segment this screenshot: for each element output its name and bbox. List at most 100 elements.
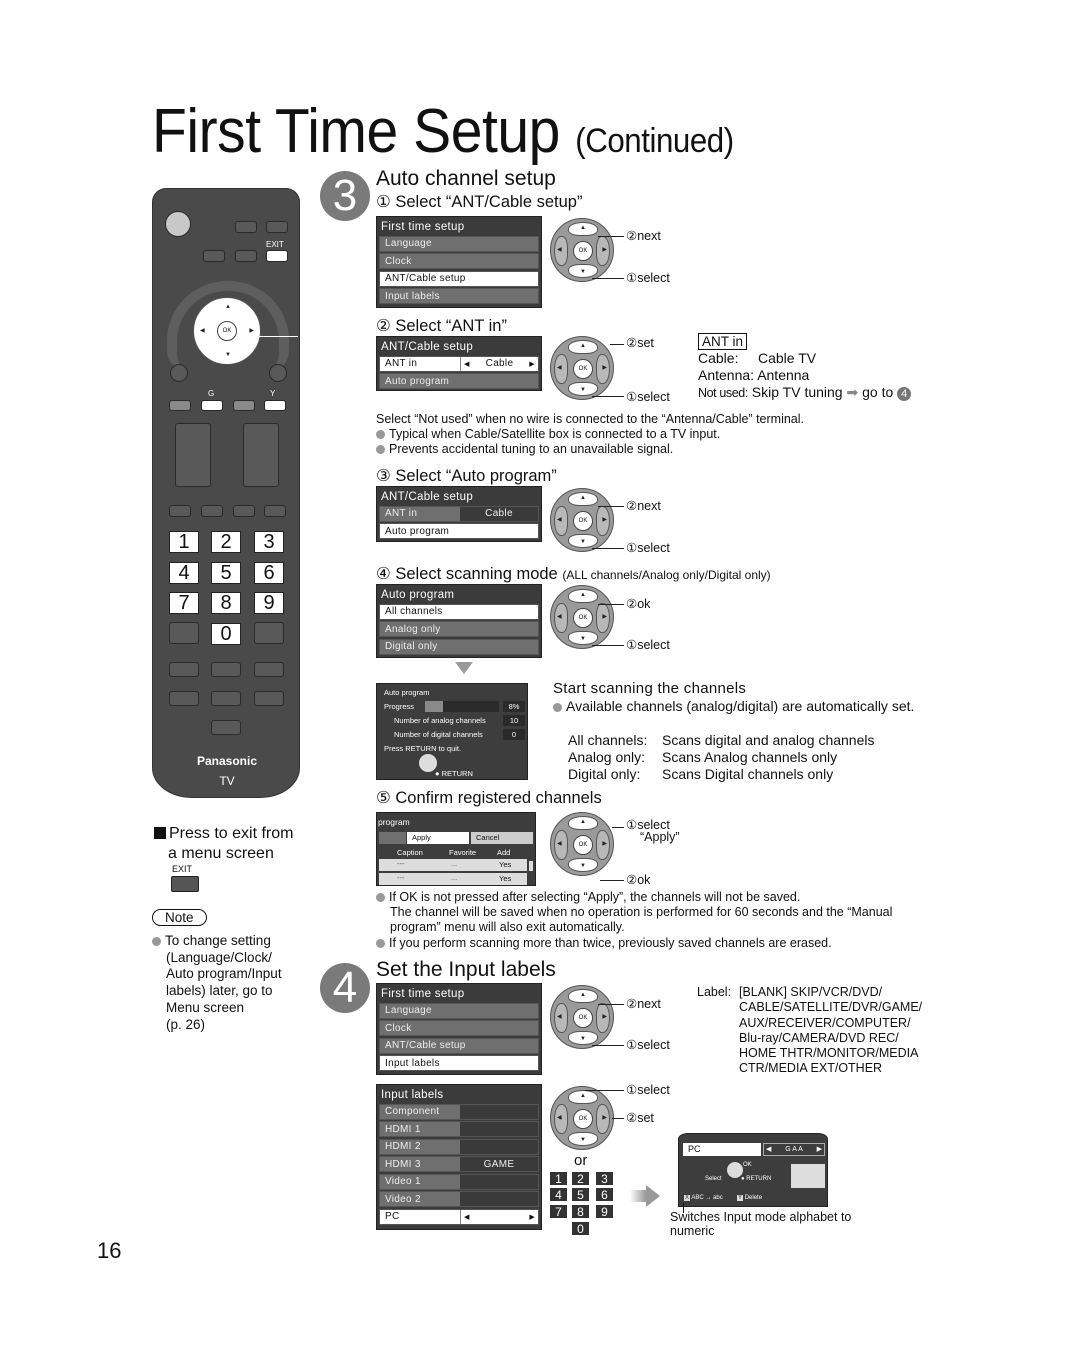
menu-item-input-labels[interactable]: Input labels xyxy=(379,1055,539,1071)
arrow-up-icon: ▲ xyxy=(580,1093,586,1099)
menu-item-auto-program[interactable]: Auto program xyxy=(379,523,539,539)
remote-button[interactable] xyxy=(201,505,223,517)
input-label-row[interactable]: Video 1 xyxy=(379,1173,539,1190)
ok-button[interactable]: OK xyxy=(217,321,237,341)
callout-select: ①select xyxy=(626,1083,670,1097)
abc-toggle[interactable]: X ABC → abc xyxy=(684,1195,723,1201)
arrow-right-icon: ▶ xyxy=(602,1115,607,1121)
number-key[interactable]: 1 xyxy=(550,1172,567,1186)
exit-button[interactable] xyxy=(266,250,288,262)
table-row[interactable]: --- ... Yes xyxy=(379,873,527,885)
arrow-right-icon: ➡ xyxy=(846,384,859,400)
number-key[interactable]: 4 xyxy=(550,1188,567,1202)
blue-button[interactable] xyxy=(233,400,255,411)
osd-menu-first-time-setup: First time setup Language Clock ANT/Cabl… xyxy=(376,216,542,308)
remote-button[interactable] xyxy=(169,691,199,706)
number-key[interactable]: 0 xyxy=(572,1222,589,1236)
input-label-row-selected[interactable]: PC ◀ ▶ xyxy=(379,1208,539,1225)
remote-button[interactable] xyxy=(235,250,257,262)
menu-item-ant-cable-setup[interactable]: ANT/Cable setup xyxy=(379,1037,539,1054)
number-key[interactable]: 7 xyxy=(550,1205,567,1219)
right-arrow-head-icon xyxy=(646,1185,660,1207)
number-key[interactable]: 9 xyxy=(254,592,284,614)
number-key[interactable]: 2 xyxy=(211,531,241,553)
remote-button[interactable] xyxy=(264,505,286,517)
number-key[interactable]: 3 xyxy=(596,1172,613,1186)
remote-button[interactable] xyxy=(266,221,288,233)
input-label-row[interactable]: HDMI 3 GAME xyxy=(379,1156,539,1172)
remote-button[interactable] xyxy=(235,221,257,233)
remote-button[interactable] xyxy=(254,691,284,706)
remote-button[interactable] xyxy=(254,662,284,677)
number-key[interactable]: 6 xyxy=(596,1188,613,1202)
remote-button[interactable] xyxy=(269,364,287,382)
remote-button[interactable] xyxy=(169,662,199,677)
bullet-icon xyxy=(553,703,562,712)
menu-item-all-channels[interactable]: All channels xyxy=(379,603,539,620)
menu-item-ant-in[interactable]: ANT in ◀ Cable ▶ xyxy=(379,355,539,372)
y-label: Y xyxy=(270,389,276,398)
power-button[interactable] xyxy=(165,211,191,237)
char-selector[interactable]: ◀ G A A ▶ xyxy=(763,1143,825,1156)
number-key[interactable]: 5 xyxy=(211,562,241,584)
menu-item-auto-program[interactable]: Auto program xyxy=(379,373,539,389)
bullet-continuation: The channel will be saved when no operat… xyxy=(390,905,893,919)
remote-dpad[interactable]: OK ▲ ▼ ◀ ▶ xyxy=(193,297,261,365)
cancel-button[interactable]: Cancel xyxy=(471,832,533,844)
input-label-row[interactable]: HDMI 1 xyxy=(379,1121,539,1137)
menu-item-language[interactable]: Language xyxy=(379,1002,539,1019)
menu-item-language[interactable]: Language xyxy=(379,235,539,252)
number-key[interactable]: 6 xyxy=(254,562,284,584)
channel-button[interactable] xyxy=(243,423,279,487)
number-key[interactable]: 5 xyxy=(572,1188,589,1202)
remote-button[interactable] xyxy=(169,505,191,517)
delete-button[interactable]: Y Delete xyxy=(737,1195,762,1201)
field-input[interactable]: PC xyxy=(683,1143,761,1156)
input-label-row[interactable]: HDMI 2 xyxy=(379,1138,539,1155)
menu-item-ant-cable-setup[interactable]: ANT/Cable setup xyxy=(379,270,539,287)
remote-button[interactable] xyxy=(233,505,255,517)
number-key[interactable]: 4 xyxy=(169,562,199,584)
menu-item-input-labels[interactable]: Input labels xyxy=(379,288,539,304)
remote-button[interactable] xyxy=(169,622,199,644)
table-row[interactable]: --- ... Yes xyxy=(379,859,527,871)
number-key[interactable]: 8 xyxy=(211,592,241,614)
number-key[interactable]: 9 xyxy=(596,1205,613,1219)
red-button[interactable] xyxy=(169,400,191,411)
volume-button[interactable] xyxy=(175,423,211,487)
dpad-diagram: ▲ ▼ ◀ ▶ OK xyxy=(550,336,614,400)
scrollbar[interactable] xyxy=(529,861,533,871)
step-4-badge-small[interactable]: 4 xyxy=(897,387,912,401)
osd-confirm-channels: program Apply Cancel Caption Favorite Ad… xyxy=(376,812,536,886)
number-key[interactable]: 8 xyxy=(572,1205,589,1219)
menu-item-clock[interactable]: Clock xyxy=(379,1020,539,1036)
remote-button[interactable] xyxy=(211,720,241,735)
menu-item-analog-only[interactable]: Analog only xyxy=(379,621,539,637)
menu-item-digital-only[interactable]: Digital only xyxy=(379,638,539,655)
number-key[interactable]: 1 xyxy=(169,531,199,553)
number-key[interactable]: 3 xyxy=(254,531,284,553)
input-label-row[interactable]: Video 2 xyxy=(379,1191,539,1207)
yellow-button[interactable] xyxy=(264,400,286,411)
return-label: ● RETURN xyxy=(435,769,473,778)
remote-button[interactable] xyxy=(211,691,241,706)
remote-button[interactable] xyxy=(254,622,284,644)
number-key[interactable]: 2 xyxy=(572,1172,589,1186)
leader-line xyxy=(592,396,624,397)
callout-set: ②set xyxy=(626,1111,654,1125)
apply-button[interactable]: Apply xyxy=(407,832,469,844)
remote-button[interactable] xyxy=(211,662,241,677)
remote-button[interactable] xyxy=(170,364,188,382)
menu-item-ant-in[interactable]: ANT in Cable xyxy=(379,505,539,522)
number-key[interactable]: 0 xyxy=(211,623,241,645)
green-button[interactable] xyxy=(201,400,223,411)
dpad-diagram: ▲ ▼ ◀ ▶ OK xyxy=(550,585,614,649)
remote-button[interactable] xyxy=(203,250,225,262)
model-label: TV xyxy=(219,774,235,788)
number-key[interactable]: 7 xyxy=(169,592,199,614)
brand-logo: Panasonic xyxy=(196,754,258,768)
input-label-row[interactable]: Component xyxy=(379,1103,539,1120)
dpad-diagram: ▲ ▼ ◀ ▶ OK xyxy=(550,488,614,552)
menu-item-clock[interactable]: Clock xyxy=(379,253,539,269)
callout-apply: “Apply” xyxy=(640,830,680,844)
